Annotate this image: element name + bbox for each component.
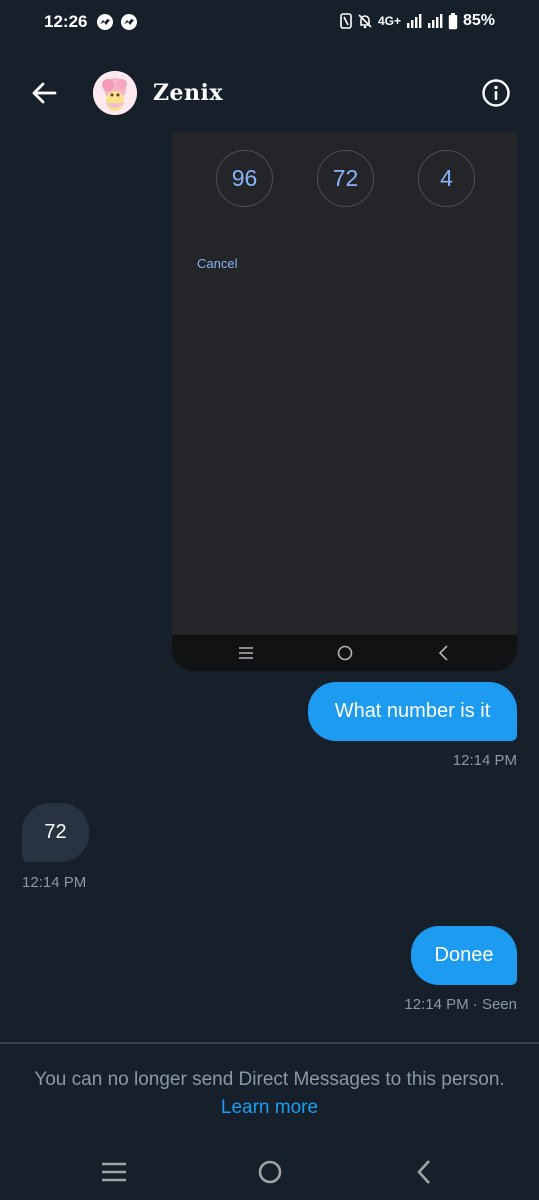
signal-icon [406, 14, 422, 28]
dm-restriction-notice: You can no longer send Direct Messages t… [34, 1069, 505, 1090]
mute-bell-icon [358, 14, 372, 29]
number-option: 4 [418, 150, 475, 207]
learn-more-link[interactable]: Learn more [0, 1097, 539, 1119]
message-bubble-incoming[interactable]: 72 [22, 803, 89, 862]
number-option: 72 [317, 150, 374, 207]
recents-icon [239, 647, 253, 659]
back-arrow-icon [32, 82, 57, 104]
system-nav-bar [0, 1140, 539, 1200]
recents-icon[interactable] [99, 1157, 129, 1187]
signal-icon [427, 14, 443, 28]
divider [0, 1042, 539, 1044]
battery-icon [448, 12, 458, 29]
back-icon [438, 645, 448, 661]
messenger-icon [121, 14, 137, 30]
info-button[interactable] [481, 78, 511, 108]
status-bar: 12:26 4G+ 85% [0, 0, 539, 44]
shared-screenshot[interactable]: 96 72 4 Cancel [172, 132, 517, 671]
message-timestamp-seen: 12:14 PM · Seen [404, 996, 517, 1013]
back-icon[interactable] [410, 1157, 440, 1187]
home-icon[interactable] [255, 1157, 285, 1187]
back-button[interactable] [28, 76, 62, 110]
home-icon [337, 645, 353, 661]
screenshot-nav-bar [172, 635, 517, 671]
number-options: 96 72 4 [172, 150, 517, 208]
cancel-label: Cancel [197, 256, 238, 271]
status-time: 12:26 [44, 12, 88, 31]
nfc-icon [340, 13, 352, 29]
display-name[interactable]: Zenix [153, 80, 223, 106]
battery-percent: 85% [462, 12, 495, 29]
message-timestamp: 12:14 PM [22, 874, 87, 891]
conversation-header: Zenix [0, 60, 539, 128]
message-bubble-outgoing[interactable]: What number is it [308, 682, 517, 741]
info-icon [482, 79, 510, 107]
avatar[interactable] [93, 71, 137, 115]
messenger-icon [97, 14, 113, 30]
message-bubble-outgoing[interactable]: Donee [411, 926, 517, 985]
network-type: 4G+ [377, 14, 401, 28]
number-option: 96 [216, 150, 273, 207]
status-icons: 4G+ 85% [340, 12, 495, 30]
message-timestamp: 12:14 PM [452, 752, 517, 769]
